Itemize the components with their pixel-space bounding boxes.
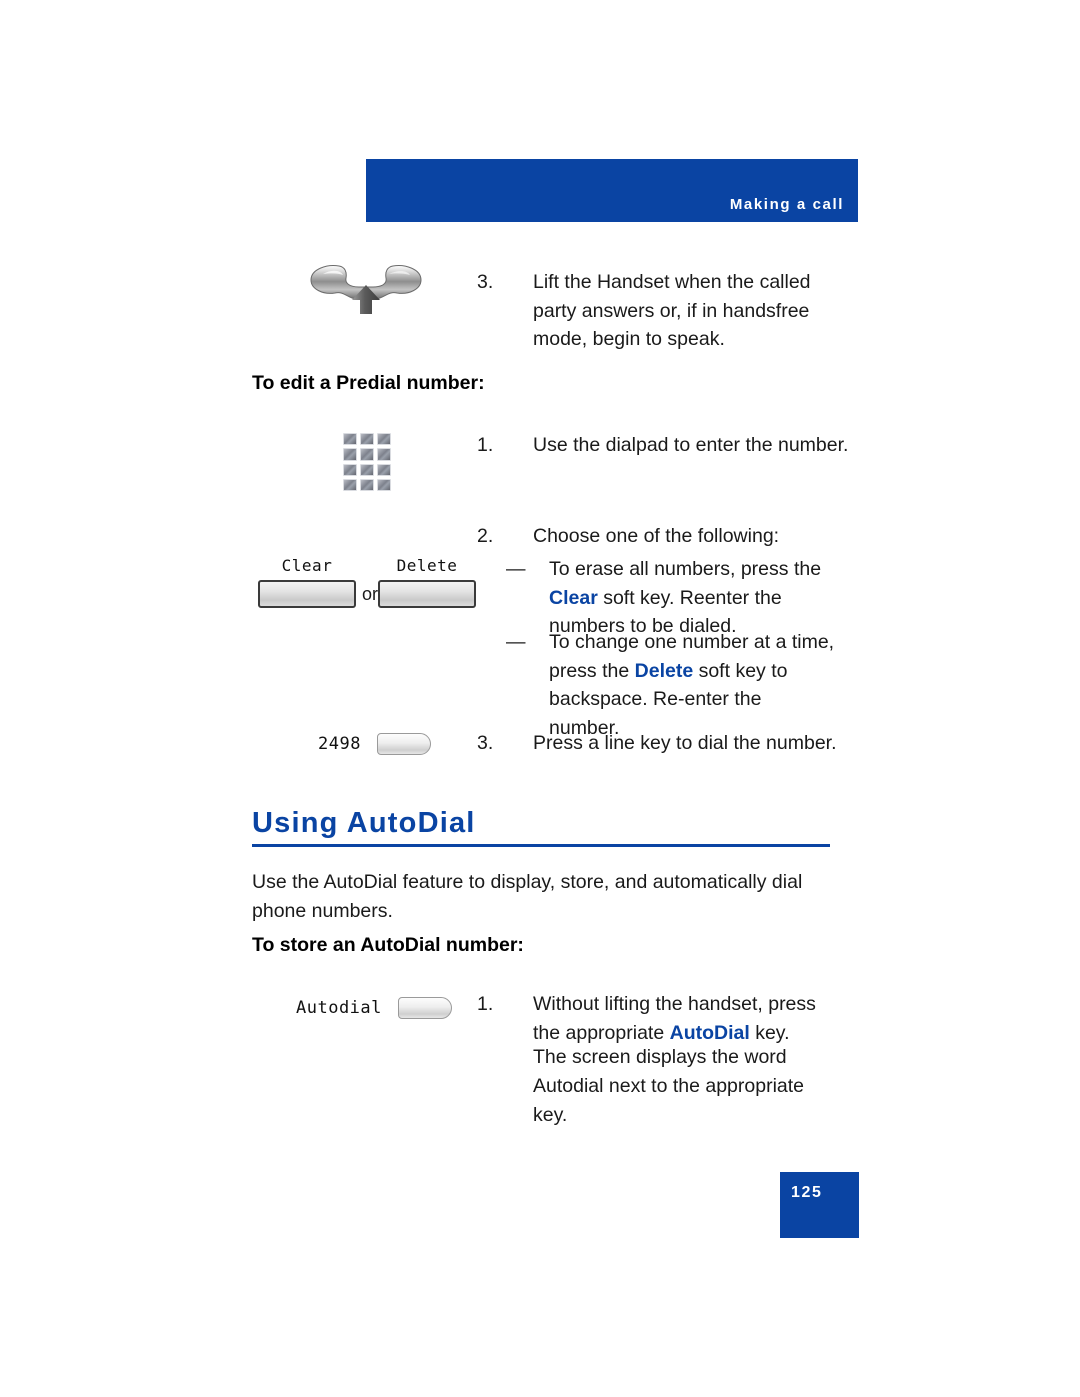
dialpad-key	[360, 448, 374, 461]
page-header-title: Making a call	[729, 196, 844, 213]
subheading-store-autodial: To store an AutoDial number:	[252, 934, 524, 956]
step-emphasis: AutoDial	[669, 1021, 750, 1044]
step-number: 2.	[477, 525, 494, 547]
step-text: Press a line key to dial the number.	[533, 732, 837, 754]
softkey-clear-label: Clear	[281, 556, 333, 575]
step-item: 3. Press a line key to dial the number.	[477, 729, 857, 758]
dialpad-key	[377, 448, 391, 461]
step-item: 2. Choose one of the following:	[477, 522, 857, 551]
autodial-key-button[interactable]	[397, 997, 452, 1019]
dialpad-key	[377, 478, 391, 491]
page-number: 125	[791, 1184, 823, 1201]
autodial-key-illustration: Autodial	[296, 997, 452, 1019]
page-number-box: 125	[780, 1172, 859, 1238]
step-number: 3.	[477, 271, 494, 293]
bullet-item: — To change one number at a time, press …	[506, 628, 836, 742]
softkey-illustration: Clear or Delete	[258, 554, 476, 616]
subheading-predial: To edit a Predial number:	[252, 372, 485, 394]
section-heading: Using AutoDial	[252, 806, 830, 847]
dialpad-key	[343, 463, 357, 476]
step-item: 1. Use the dialpad to enter the number.	[477, 431, 857, 460]
dialpad-key	[360, 478, 374, 491]
section-divider	[252, 844, 830, 847]
dialpad-key	[343, 433, 357, 446]
section-title: Using AutoDial	[252, 807, 476, 839]
line-key-label: 2498	[318, 734, 361, 754]
step-text: Choose one of the following:	[533, 525, 780, 547]
bullet-text: To change one number at a time, press th…	[549, 628, 836, 742]
step-number: 3.	[477, 732, 494, 754]
section-paragraph: Use the AutoDial feature to display, sto…	[252, 871, 803, 922]
step-number: 1.	[477, 993, 494, 1015]
step-item: 1. Without lifting the handset, press th…	[477, 990, 837, 1047]
dialpad-key	[377, 433, 391, 446]
step-text-part2: key.	[749, 1021, 790, 1044]
step-number: 1.	[477, 434, 494, 456]
autodial-key-label: Autodial	[296, 998, 382, 1018]
dialpad-key	[377, 463, 391, 476]
step-item: 3. Lift the Handset when the called part…	[477, 268, 842, 354]
bullet-emphasis: Delete	[634, 659, 694, 682]
softkey-delete-label: Delete	[396, 556, 458, 575]
dialpad-key	[343, 478, 357, 491]
dialpad-icon	[343, 433, 391, 491]
bullet-text-part1: To erase all numbers, press the	[549, 558, 822, 580]
step-text: Without lifting the handset, press the a…	[533, 990, 837, 1047]
autodial-note: The screen displays the word Autodial ne…	[533, 1046, 805, 1126]
softkey-clear-button[interactable]	[258, 580, 356, 608]
document-page: Making a call 3. Lift the Handset when t…	[0, 0, 1080, 1397]
dialpad-key	[360, 433, 374, 446]
page-header-bar: Making a call	[366, 159, 858, 222]
line-key-button[interactable]	[376, 733, 431, 755]
dialpad-key	[360, 463, 374, 476]
dialpad-key	[343, 448, 357, 461]
softkey-or-label: or	[362, 584, 379, 604]
softkey-delete-button[interactable]	[378, 580, 476, 608]
handset-lift-icon	[305, 262, 427, 318]
bullet-dash: —	[506, 631, 526, 653]
bullet-emphasis: Clear	[549, 586, 598, 609]
step-text: Lift the Handset when the called party a…	[533, 271, 811, 350]
line-key-illustration: 2498	[318, 733, 431, 755]
step-text: Use the dialpad to enter the number.	[533, 434, 849, 456]
